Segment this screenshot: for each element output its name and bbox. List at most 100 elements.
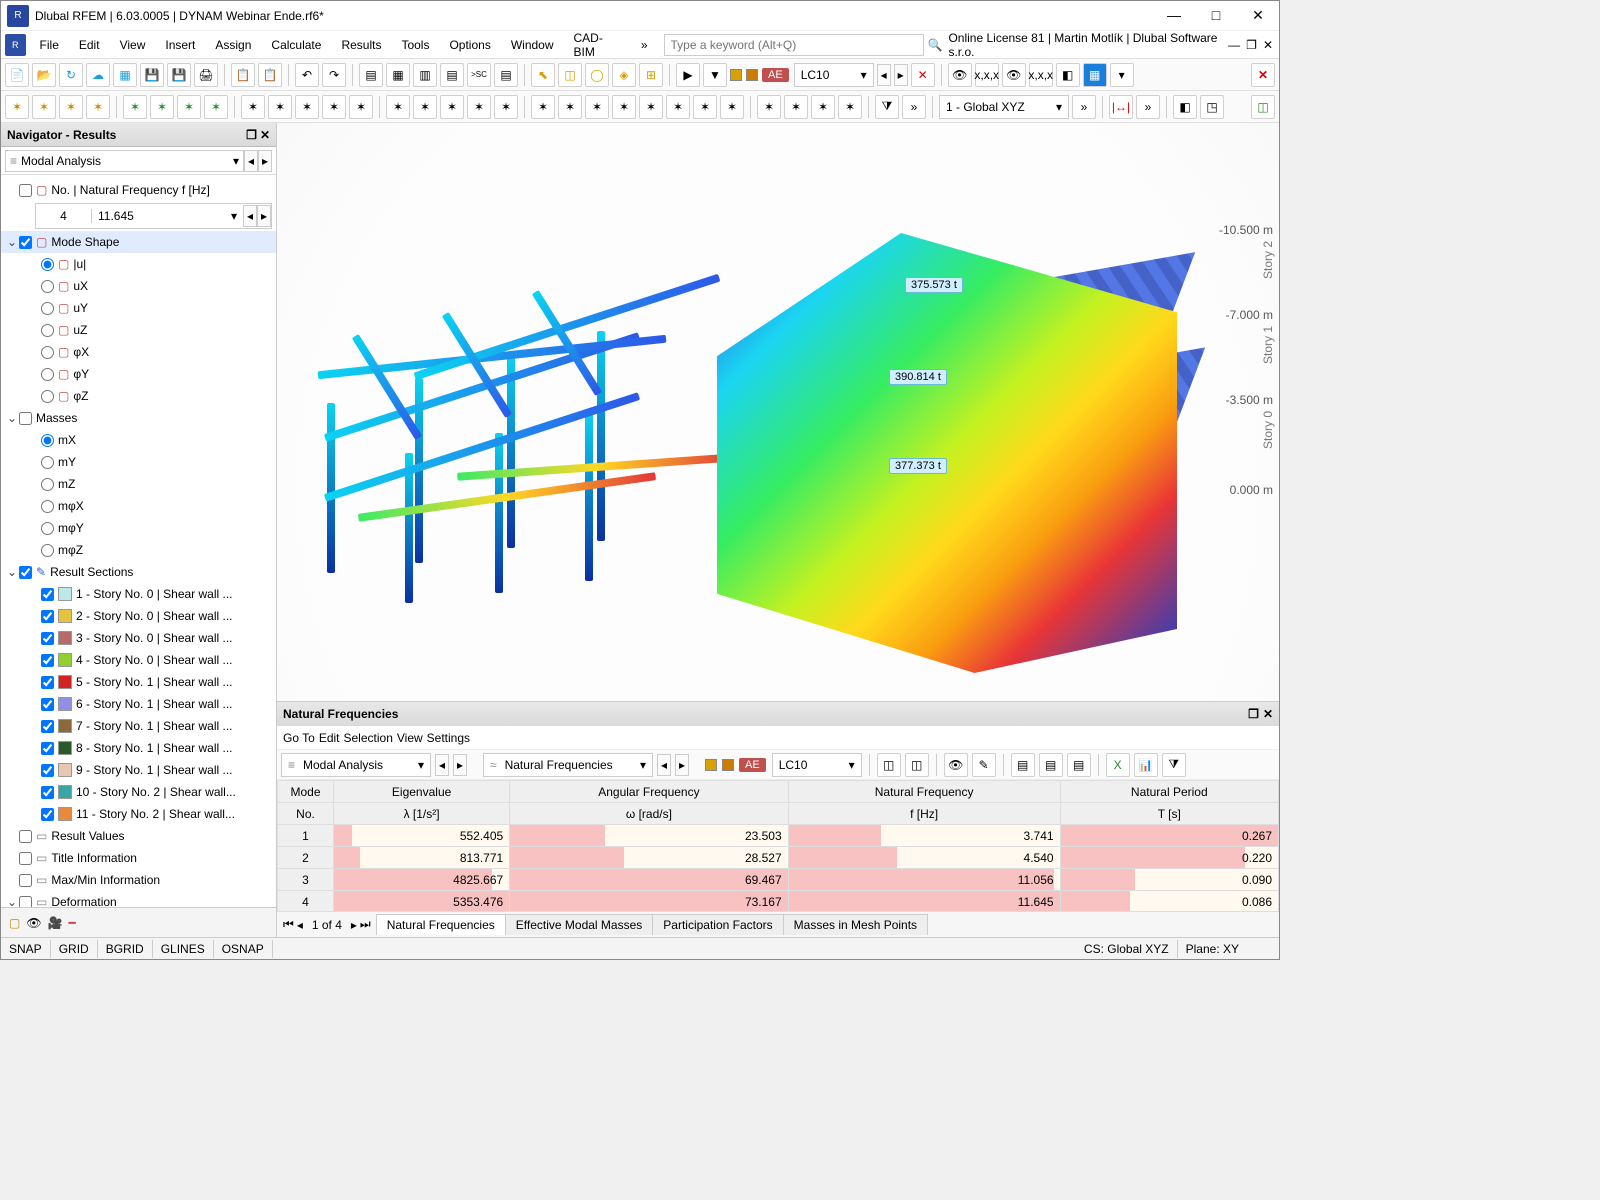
- set-5-icon[interactable]: ✶: [494, 95, 518, 119]
- mass-radio-5[interactable]: [41, 544, 54, 557]
- coord-system-dropdown[interactable]: 1 - Global XYZ▾: [939, 95, 1069, 119]
- table-icon[interactable]: ▦: [386, 63, 410, 87]
- panel-menu-settings[interactable]: Settings: [427, 731, 470, 745]
- mode-radio-6[interactable]: [41, 390, 54, 403]
- set-8-icon[interactable]: ✶: [585, 95, 609, 119]
- mode-radio-0[interactable]: [41, 258, 54, 271]
- tool-1-icon[interactable]: ◧: [1173, 95, 1197, 119]
- navigator-analysis-prev-button[interactable]: ◂: [244, 150, 258, 172]
- extra-check-0[interactable]: [19, 830, 32, 843]
- panel-opt-5-icon[interactable]: ▤: [1011, 753, 1035, 777]
- set-17-icon[interactable]: ✶: [838, 95, 862, 119]
- member-icon[interactable]: ✶: [59, 95, 83, 119]
- nav-view-3-icon[interactable]: 🎥: [48, 916, 63, 930]
- panel-opt-4-icon[interactable]: ✎: [972, 753, 996, 777]
- load-4-icon[interactable]: ✶: [204, 95, 228, 119]
- inner-minimize-icon[interactable]: —: [1228, 38, 1240, 52]
- filter-icon[interactable]: ⧩: [875, 95, 899, 119]
- global-overflow-icon[interactable]: »: [1072, 95, 1096, 119]
- navigator-analysis-dropdown[interactable]: ≡ Modal Analysis ▾: [5, 150, 244, 172]
- search-icon[interactable]: 🔍: [928, 38, 943, 52]
- section-check-7[interactable]: [41, 742, 54, 755]
- support-2-icon[interactable]: ✶: [268, 95, 292, 119]
- section-check-5[interactable]: [41, 698, 54, 711]
- section-check-4[interactable]: [41, 676, 54, 689]
- status-osnap[interactable]: OSNAP: [214, 940, 273, 958]
- tab-participation-factors[interactable]: Participation Factors: [652, 914, 783, 935]
- panel-lc-dropdown[interactable]: LC10▾: [772, 753, 862, 777]
- mode-shape-expander[interactable]: ⌄: [5, 235, 19, 249]
- set-6-icon[interactable]: ✶: [531, 95, 555, 119]
- panel-menu-edit[interactable]: Edit: [319, 731, 340, 745]
- menu-overflow[interactable]: »: [633, 35, 656, 55]
- navigator-close-icon[interactable]: ✕: [260, 128, 270, 142]
- show-results-icon[interactable]: 👁: [948, 63, 972, 87]
- window-minimize-icon[interactable]: —: [1159, 7, 1189, 24]
- navigator-restore-icon[interactable]: ❐: [246, 128, 257, 142]
- surface-icon[interactable]: ✶: [86, 95, 110, 119]
- nav-view-2-icon[interactable]: 👁: [26, 916, 41, 930]
- dim-overflow-icon[interactable]: »: [1136, 95, 1160, 119]
- menu-edit[interactable]: Edit: [71, 35, 108, 55]
- app-menu-icon[interactable]: R: [5, 34, 26, 56]
- support-1-icon[interactable]: ✶: [241, 95, 265, 119]
- set-15-icon[interactable]: ✶: [784, 95, 808, 119]
- window-close-icon[interactable]: ✕: [1243, 7, 1273, 24]
- render-options-icon[interactable]: ▾: [1110, 63, 1134, 87]
- report-icon[interactable]: ▤: [494, 63, 518, 87]
- set-4-icon[interactable]: ✶: [467, 95, 491, 119]
- freq-check[interactable]: [19, 184, 32, 197]
- mass-radio-1[interactable]: [41, 456, 54, 469]
- section-check-1[interactable]: [41, 610, 54, 623]
- save-all-icon[interactable]: 💾: [167, 63, 191, 87]
- refresh-icon[interactable]: ↻: [59, 63, 83, 87]
- set-1-icon[interactable]: ✶: [386, 95, 410, 119]
- panel-table-prev-button[interactable]: ◂: [657, 754, 671, 776]
- menu-options[interactable]: Options: [441, 35, 498, 55]
- loadcase-next-button[interactable]: ▸: [894, 64, 908, 86]
- mode-radio-3[interactable]: [41, 324, 54, 337]
- support-5-icon[interactable]: ✶: [349, 95, 373, 119]
- grid-icon[interactable]: ▥: [413, 63, 437, 87]
- menu-insert[interactable]: Insert: [157, 35, 203, 55]
- menu-calculate[interactable]: Calculate: [263, 35, 329, 55]
- set-9-icon[interactable]: ✶: [612, 95, 636, 119]
- window-maximize-icon[interactable]: □: [1201, 7, 1231, 24]
- dim-x-icon[interactable]: |↔|: [1109, 95, 1133, 119]
- mode-shape-check[interactable]: [19, 236, 32, 249]
- section-check-8[interactable]: [41, 764, 54, 777]
- set-11-icon[interactable]: ✶: [666, 95, 690, 119]
- results-icon[interactable]: ▤: [440, 63, 464, 87]
- panel-menu-go-to[interactable]: Go To: [283, 731, 315, 745]
- set-14-icon[interactable]: ✶: [757, 95, 781, 119]
- pager-next-icon[interactable]: ▸: [351, 918, 357, 932]
- section-check-6[interactable]: [41, 720, 54, 733]
- panel-export-icon[interactable]: X: [1106, 753, 1130, 777]
- result-sections-expander[interactable]: ⌄: [5, 565, 19, 579]
- pager-prev-icon[interactable]: ◂: [297, 918, 303, 932]
- freq-next-button[interactable]: ▸: [257, 205, 271, 227]
- mode-radio-2[interactable]: [41, 302, 54, 315]
- loadcase-prev-button[interactable]: ◂: [877, 64, 891, 86]
- status-grid[interactable]: GRID: [51, 940, 98, 958]
- stop-icon[interactable]: ▼: [703, 63, 727, 87]
- panel-table-dropdown[interactable]: ≈Natural Frequencies▾: [483, 753, 653, 777]
- nav-view-4-icon[interactable]: ━: [69, 916, 76, 930]
- result-sections-check[interactable]: [19, 566, 32, 579]
- mass-radio-0[interactable]: [41, 434, 54, 447]
- panel-table-next-button[interactable]: ▸: [675, 754, 689, 776]
- table-navigator-icon[interactable]: ▤: [359, 63, 383, 87]
- cloud-icon[interactable]: ☁: [86, 63, 110, 87]
- masses-expander[interactable]: ⌄: [5, 411, 19, 425]
- nav-view-1-icon[interactable]: ▢: [9, 916, 20, 930]
- panel-opt-1-icon[interactable]: ◫: [877, 753, 901, 777]
- navigator-analysis-next-button[interactable]: ▸: [258, 150, 272, 172]
- set-3-icon[interactable]: ✶: [440, 95, 464, 119]
- section-check-0[interactable]: [41, 588, 54, 601]
- calculate-icon[interactable]: ▶: [676, 63, 700, 87]
- extra-check-1[interactable]: [19, 852, 32, 865]
- mode-radio-4[interactable]: [41, 346, 54, 359]
- panel-analysis-dropdown[interactable]: ≡Modal Analysis▾: [281, 753, 431, 777]
- save-icon[interactable]: 💾: [140, 63, 164, 87]
- set-10-icon[interactable]: ✶: [639, 95, 663, 119]
